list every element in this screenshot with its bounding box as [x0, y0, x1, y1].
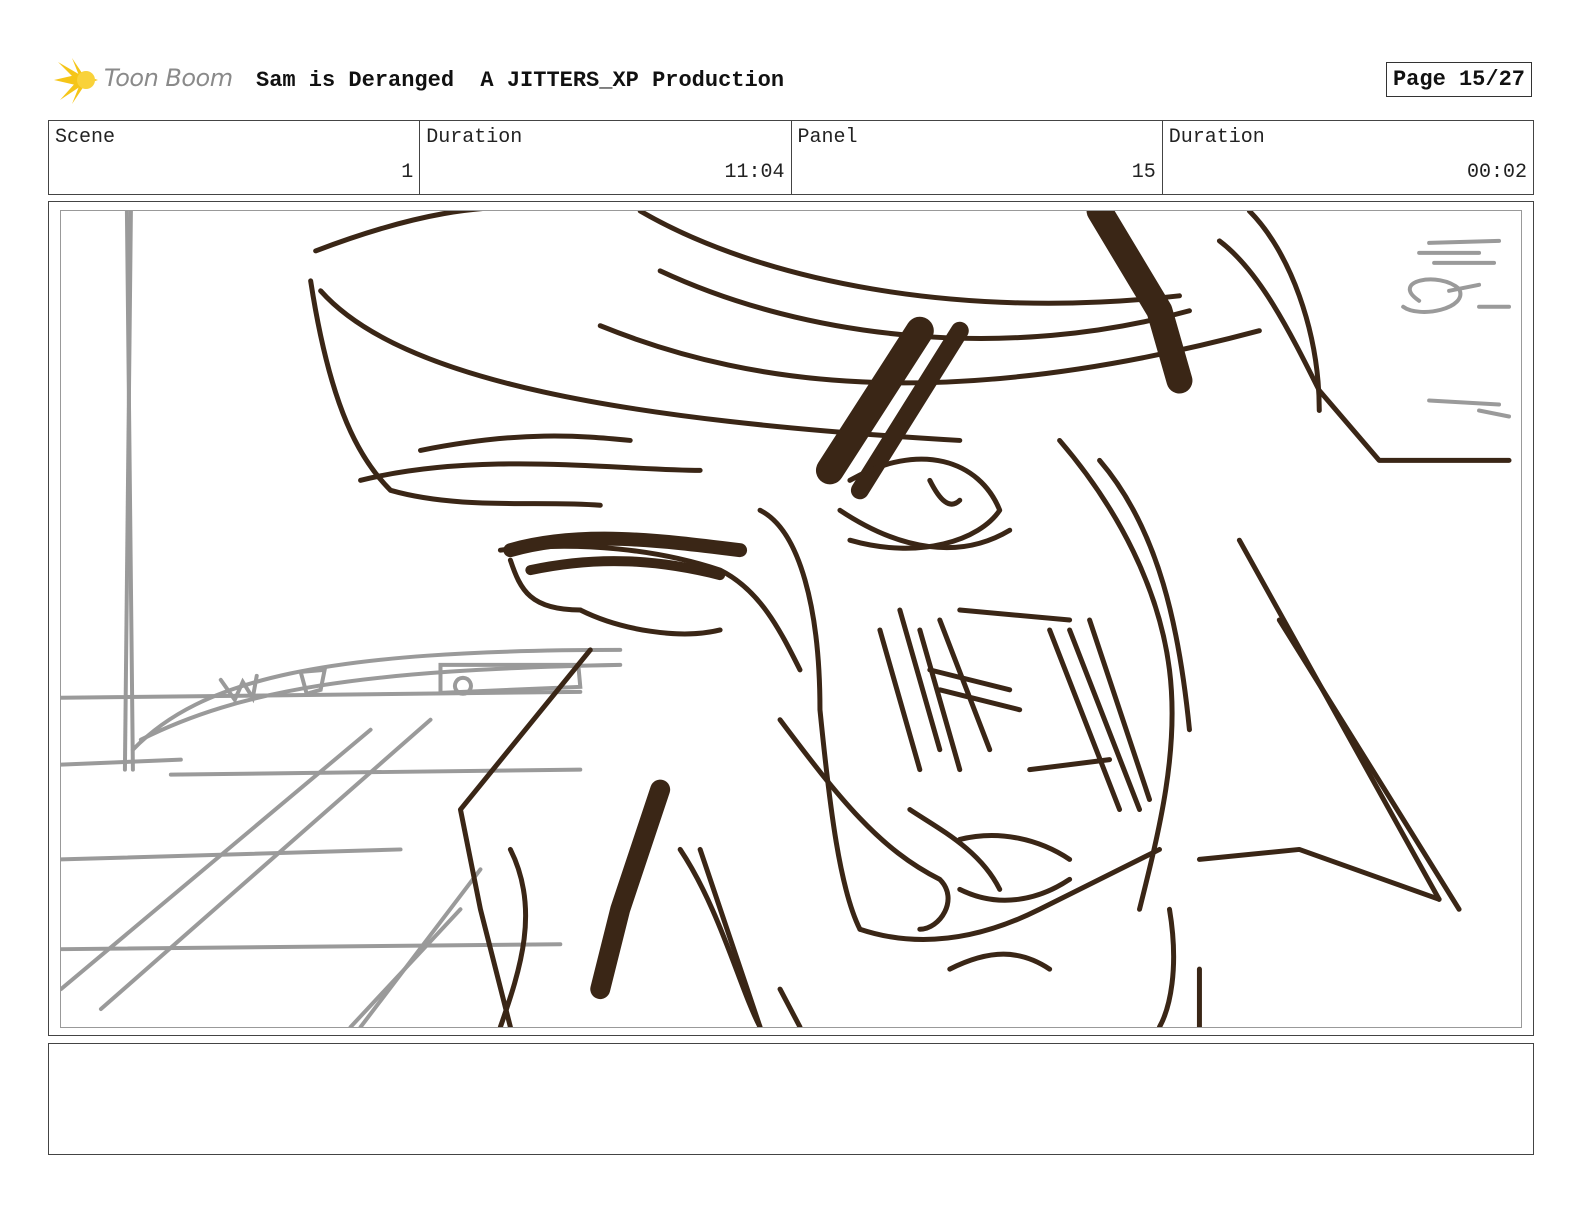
page-number: Page 15/27 — [1385, 62, 1532, 97]
panel-value: 15 — [1131, 161, 1156, 184]
production-title: Sam is Deranged A JITTERS_XP Production — [256, 68, 785, 93]
scene-duration-cell: Duration 11:04 — [420, 121, 792, 194]
scene-label: Scene — [55, 126, 116, 149]
toon-boom-flash-icon — [54, 58, 98, 104]
sketch-illustration — [61, 211, 1512, 1027]
panel-duration-value: 00:02 — [1466, 161, 1527, 184]
panel-cell: Panel 15 — [792, 121, 1163, 194]
scene-cell: Scene 1 — [49, 121, 421, 194]
page-header: Toon Boom Sam is Deranged A JITTERS_XP P… — [52, 56, 1532, 104]
toon-boom-logo: Toon Boom — [52, 56, 242, 106]
panel-duration-cell: Duration 00:02 — [1163, 121, 1533, 194]
panel-duration-label: Duration — [1168, 126, 1265, 149]
panel-label: Panel — [797, 126, 858, 149]
scene-duration-label: Duration — [426, 126, 523, 149]
character-ink-sketch — [308, 211, 1512, 1027]
panel-notes-box — [48, 1043, 1534, 1155]
storyboard-drawing — [60, 210, 1522, 1028]
scene-duration-value: 11:04 — [724, 161, 785, 184]
storyboard-panel-frame — [48, 201, 1534, 1036]
logo-text: Toon Boom — [104, 64, 233, 92]
panel-info-table: Scene 1 Duration 11:04 Panel 15 Duration… — [48, 120, 1534, 195]
scene-value: 1 — [401, 161, 414, 184]
